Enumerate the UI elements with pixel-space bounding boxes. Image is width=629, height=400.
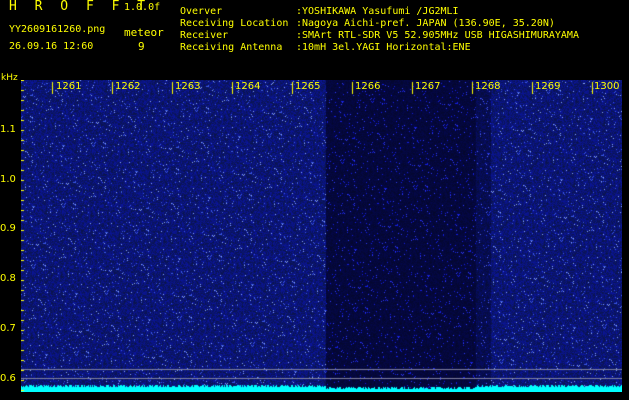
info-value-receiver: :SMArt RTL-SDR V5 52.905MHz USB HIGASHIM… — [296, 30, 579, 41]
meteor-label: meteor — [124, 26, 164, 39]
filename: YY2609161260.png — [9, 24, 106, 35]
y-axis-unit: kHz — [1, 73, 18, 83]
info-value-antenna: :10mH 3el.YAGI Horizontal:ENE — [296, 42, 471, 53]
info-value-observer: :YOSHIKAWA Yasufumi /JG2MLI — [296, 6, 459, 17]
x-tick: 1263 — [175, 81, 201, 92]
y-tick: 1.1 — [0, 124, 16, 135]
info-key-antenna: Receiving Antenna — [180, 42, 283, 53]
y-tick: 0.7 — [0, 323, 16, 334]
x-tick: 1261 — [56, 81, 82, 92]
spectrogram-canvas — [21, 80, 622, 392]
x-tick: 1262 — [115, 81, 141, 92]
info-key-observer: Overver — [180, 6, 223, 17]
app-version: 1.0.0f — [124, 2, 161, 13]
info-value-location: :Nagoya Aichi-pref. JAPAN (136.90E, 35.2… — [296, 18, 555, 29]
info-key-receiver: Receiver — [180, 30, 229, 41]
y-tick: 1.0 — [0, 174, 16, 185]
x-tick: 1265 — [295, 81, 321, 92]
hroft-display: H R O F F T 1.0.0f YY2609161260.png 26.0… — [0, 0, 629, 400]
x-tick: 1266 — [355, 81, 381, 92]
x-tick: 1264 — [235, 81, 261, 92]
spectrogram — [21, 80, 622, 392]
x-tick: 1267 — [415, 81, 441, 92]
info-key-location: Receiving Location — [180, 18, 289, 29]
y-tick: 0.6 — [0, 373, 16, 384]
datetime: 26.09.16 12:60 — [9, 41, 94, 52]
meteor-count: 9 — [138, 40, 145, 53]
y-tick: 0.8 — [0, 273, 16, 284]
x-tick: 1300 — [594, 81, 620, 92]
x-tick: 1269 — [535, 81, 561, 92]
y-tick: 0.9 — [0, 223, 16, 234]
x-tick: 1268 — [475, 81, 501, 92]
